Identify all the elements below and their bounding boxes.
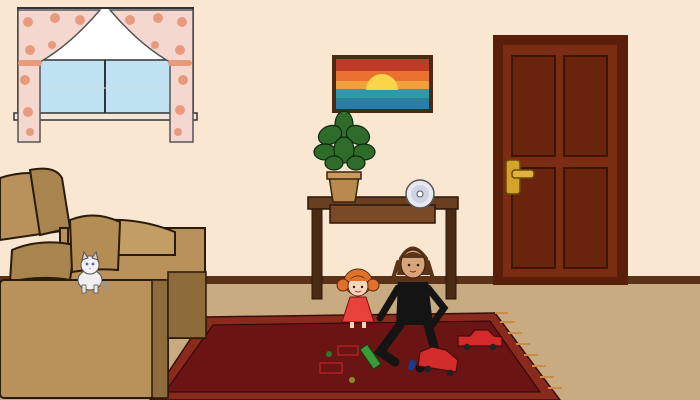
painting[interactable] bbox=[332, 55, 433, 113]
living-room-scene bbox=[0, 0, 700, 400]
cushion bbox=[8, 241, 77, 284]
scene-canvas bbox=[0, 0, 700, 400]
rug bbox=[149, 312, 562, 400]
disc[interactable] bbox=[405, 179, 435, 209]
door[interactable] bbox=[493, 35, 628, 285]
